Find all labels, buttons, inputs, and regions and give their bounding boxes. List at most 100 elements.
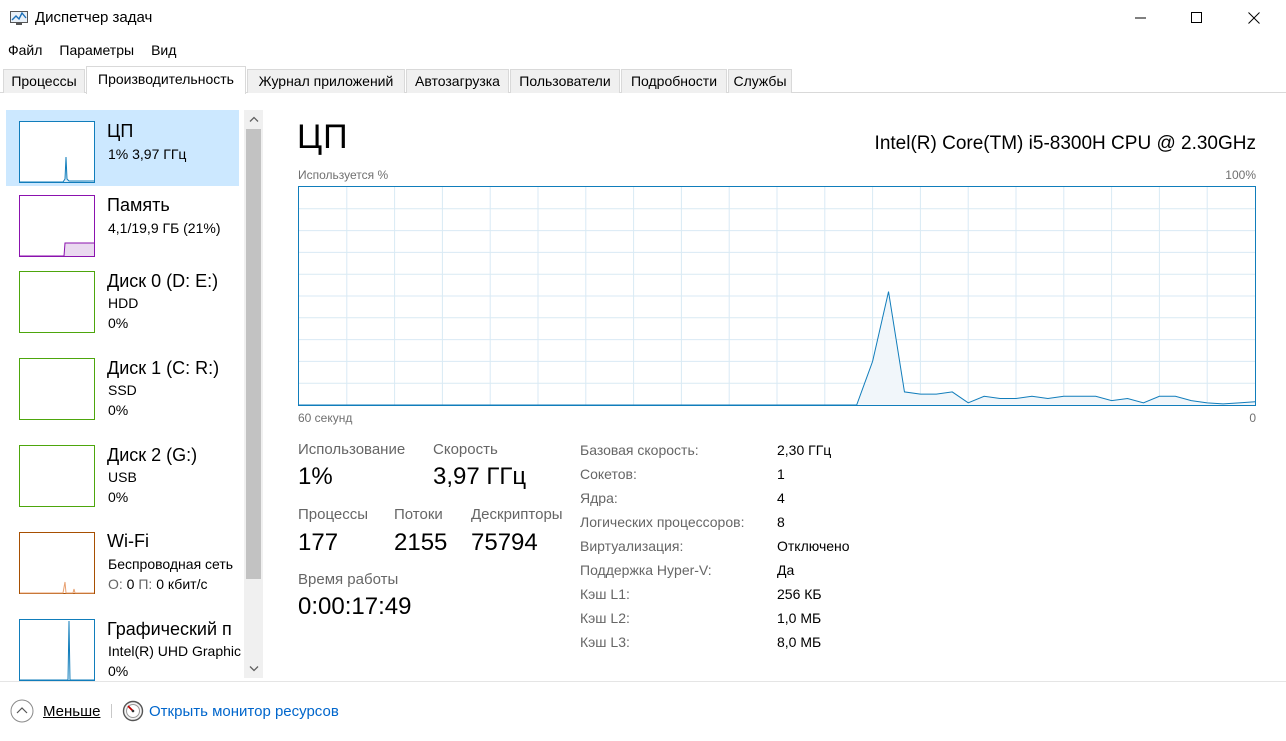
memory-thumbnail-icon xyxy=(19,195,95,257)
tab-processes[interactable]: Процессы xyxy=(3,69,85,93)
receive-value: 0 кбит/с xyxy=(156,576,208,592)
usage-value: 1% xyxy=(298,463,333,490)
close-button[interactable] xyxy=(1226,0,1282,36)
close-icon xyxy=(1248,12,1260,24)
resource-monitor-icon xyxy=(122,700,144,722)
resource-subtitle: 1% 3,97 ГГц xyxy=(108,146,187,162)
receive-label: П: xyxy=(138,576,153,592)
network-thumbnail-icon xyxy=(19,532,95,594)
resource-item-memory[interactable]: Память 4,1/19,9 ГБ (21%) xyxy=(6,187,239,263)
info-value-logical-processors: 8 xyxy=(777,514,785,530)
resource-item-wifi[interactable]: Wi-Fi Беспроводная сеть О: 0 П: 0 кбит/с xyxy=(6,525,239,601)
info-value-l2-cache: 1,0 МБ xyxy=(777,610,822,626)
resource-name: Wi-Fi xyxy=(107,531,149,551)
graph-label-max: 100% xyxy=(1225,168,1256,182)
uptime-label: Время работы xyxy=(298,571,399,588)
handles-value: 75794 xyxy=(471,529,538,556)
info-label-base-speed: Базовая скорость: xyxy=(580,442,699,458)
resource-list: ЦП 1% 3,97 ГГц Память 4,1/19,9 ГБ (21%) … xyxy=(0,93,266,681)
cpu-thumbnail-icon xyxy=(19,121,95,183)
menu-view[interactable]: Вид xyxy=(143,39,185,61)
cpu-usage-graph xyxy=(298,186,1256,406)
menu-file[interactable]: Файл xyxy=(0,39,51,61)
info-label-logical-processors: Логических процессоров: xyxy=(580,514,745,530)
resource-name: Память xyxy=(107,195,170,215)
fewer-details-label: Меньше xyxy=(43,702,101,720)
tab-users[interactable]: Пользователи xyxy=(510,69,620,93)
info-value-cores: 4 xyxy=(777,490,785,506)
tab-services[interactable]: Службы xyxy=(728,69,792,93)
disk-thumbnail-icon xyxy=(19,445,95,507)
send-label: О: xyxy=(108,576,123,592)
info-value-hyper-v: Да xyxy=(777,562,795,578)
open-resource-monitor-label: Открыть монитор ресурсов xyxy=(149,702,339,720)
info-label-l2-cache: Кэш L2: xyxy=(580,610,630,626)
info-label-l1-cache: Кэш L1: xyxy=(580,586,630,602)
resource-item-disk-2[interactable]: Диск 2 (G:) USB 0% xyxy=(6,438,239,514)
handles-label: Дескрипторы xyxy=(471,506,563,523)
resource-item-gpu[interactable]: Графический п Intel(R) UHD Graphic 0% xyxy=(6,612,242,681)
window-title: Диспетчер задач xyxy=(35,9,153,26)
resource-list-scrollbar[interactable] xyxy=(244,110,263,678)
chevron-up-icon xyxy=(249,116,258,122)
resource-subtitle: Intel(R) UHD Graphic xyxy=(108,643,242,659)
page-title: ЦП xyxy=(297,118,349,156)
title-bar: Диспетчер задач xyxy=(0,0,1286,36)
info-value-virtualization: Отключено xyxy=(777,538,850,554)
resource-name: Диск 2 (G:) xyxy=(107,445,198,465)
resource-subtitle: USB xyxy=(108,469,137,485)
resource-subtitle: 4,1/19,9 ГБ (21%) xyxy=(108,220,221,236)
processes-label: Процессы xyxy=(298,506,369,523)
cpu-detail-panel: ЦП Intel(R) Core(TM) i5-8300H CPU @ 2.30… xyxy=(270,93,1286,681)
menu-options[interactable]: Параметры xyxy=(51,39,143,61)
maximize-icon xyxy=(1191,12,1202,23)
speed-label: Скорость xyxy=(433,441,498,458)
tab-app-history[interactable]: Журнал приложений xyxy=(247,69,405,93)
graph-label-timespan: 60 секунд xyxy=(298,411,353,425)
resource-usage: 0% xyxy=(108,315,129,331)
threads-value: 2155 xyxy=(394,529,448,556)
tab-startup[interactable]: Автозагрузка xyxy=(406,69,509,93)
graph-label-utilization: Используется % xyxy=(298,168,389,182)
resource-subtitle: SSD xyxy=(108,382,137,398)
scroll-thumb[interactable] xyxy=(246,129,261,579)
bottom-bar: Меньше Открыть монитор ресурсов xyxy=(0,681,1286,741)
resource-usage: 0% xyxy=(108,663,129,679)
resource-usage: 0% xyxy=(108,402,129,418)
tab-performance[interactable]: Производительность xyxy=(86,66,246,94)
tab-strip: Процессы Производительность Журнал прило… xyxy=(0,66,1286,94)
bottom-separator xyxy=(111,704,112,718)
threads-label: Потоки xyxy=(394,506,443,523)
info-label-l3-cache: Кэш L3: xyxy=(580,634,630,650)
resource-name: ЦП xyxy=(107,121,134,141)
resource-name: Графический п xyxy=(107,619,232,639)
open-resource-monitor-link[interactable]: Открыть монитор ресурсов xyxy=(122,699,339,723)
resource-name: Диск 0 (D: E:) xyxy=(107,271,219,291)
info-label-cores: Ядра: xyxy=(580,490,618,506)
disk-thumbnail-icon xyxy=(19,358,95,420)
resource-item-disk-1[interactable]: Диск 1 (C: R:) SSD 0% xyxy=(6,351,239,427)
task-manager-app-icon xyxy=(10,11,28,25)
resource-item-cpu[interactable]: ЦП 1% 3,97 ГГц xyxy=(6,110,239,186)
info-value-l3-cache: 8,0 МБ xyxy=(777,634,822,650)
info-label-sockets: Сокетов: xyxy=(580,466,637,482)
resource-subtitle: Беспроводная сеть xyxy=(108,556,234,572)
graph-grid xyxy=(299,187,1255,405)
processes-value: 177 xyxy=(298,529,339,556)
info-label-hyper-v: Поддержка Hyper-V: xyxy=(580,562,712,578)
gpu-thumbnail-icon xyxy=(19,619,95,681)
resource-item-disk-0[interactable]: Диск 0 (D: E:) HDD 0% xyxy=(6,264,239,340)
resource-name: Диск 1 (C: R:) xyxy=(107,358,220,378)
maximize-button[interactable] xyxy=(1169,0,1225,36)
minimize-icon xyxy=(1135,17,1146,19)
tab-details[interactable]: Подробности xyxy=(621,69,727,93)
info-value-base-speed: 2,30 ГГц xyxy=(777,442,832,458)
uptime-value: 0:00:17:49 xyxy=(298,593,412,620)
graph-label-min: 0 xyxy=(1249,411,1256,425)
menu-bar: Файл Параметры Вид xyxy=(0,39,185,61)
scroll-down-button[interactable] xyxy=(244,660,263,678)
scroll-up-button[interactable] xyxy=(244,110,263,128)
fewer-details-button[interactable]: Меньше xyxy=(10,699,100,723)
minimize-button[interactable] xyxy=(1113,0,1169,36)
resource-subtitle: HDD xyxy=(108,295,139,311)
